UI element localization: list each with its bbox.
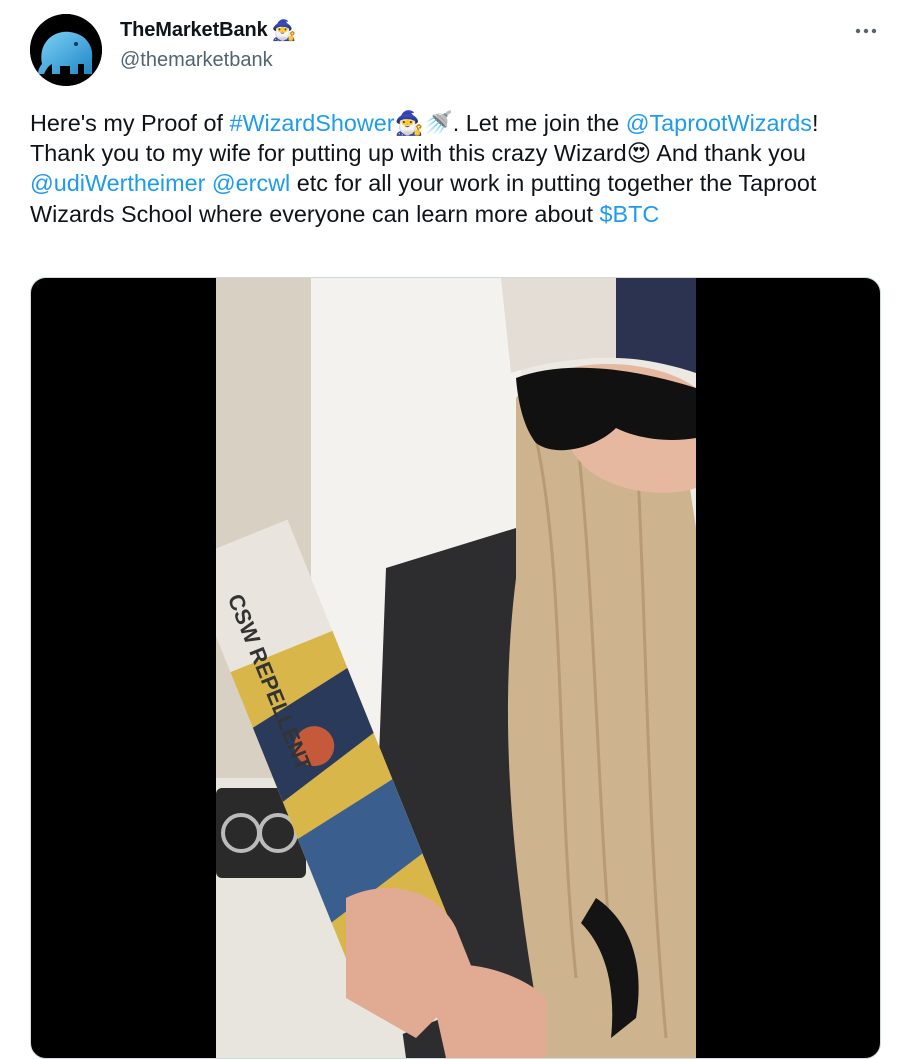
more-dots-icon[interactable] (848, 18, 884, 44)
mention-link-udiwertheimer[interactable]: @udiWertheimer (30, 170, 205, 196)
author-handle[interactable]: @themarketbank (120, 49, 273, 72)
video-frame[interactable]: CSW REPELLENT (216, 278, 696, 1058)
tweet-header: TheMarketBank 🧙‍♂️ @themarketbank (0, 0, 907, 100)
tweet-text-segment: Here's my Proof of (30, 110, 230, 136)
mention-link-taprootwizards[interactable]: @TaprootWizards (626, 110, 812, 136)
wizard-emoji-icon: 🧙‍♂️ (271, 20, 297, 42)
tweet-text-segment: And thank you (651, 140, 806, 167)
hashtag-link[interactable]: #WizardShower (229, 110, 394, 136)
heart-eyes-emoji-icon: 😍 (626, 140, 652, 167)
video-player[interactable]: CSW REPELLENT (30, 277, 881, 1059)
tweet-text: Here's my Proof of #WizardShower🧙‍♂️🚿. L… (30, 108, 880, 229)
tweet-text-segment: . Let me join the (452, 110, 626, 136)
elephant-avatar-icon[interactable] (30, 14, 102, 86)
wizard-shower-emoji-icon: 🧙‍♂️🚿 (394, 110, 453, 136)
cashtag-link-btc[interactable]: $BTC (599, 201, 659, 227)
author-display-name[interactable]: TheMarketBank (120, 19, 268, 42)
mention-link-ercwl[interactable]: @ercwl (212, 170, 290, 196)
